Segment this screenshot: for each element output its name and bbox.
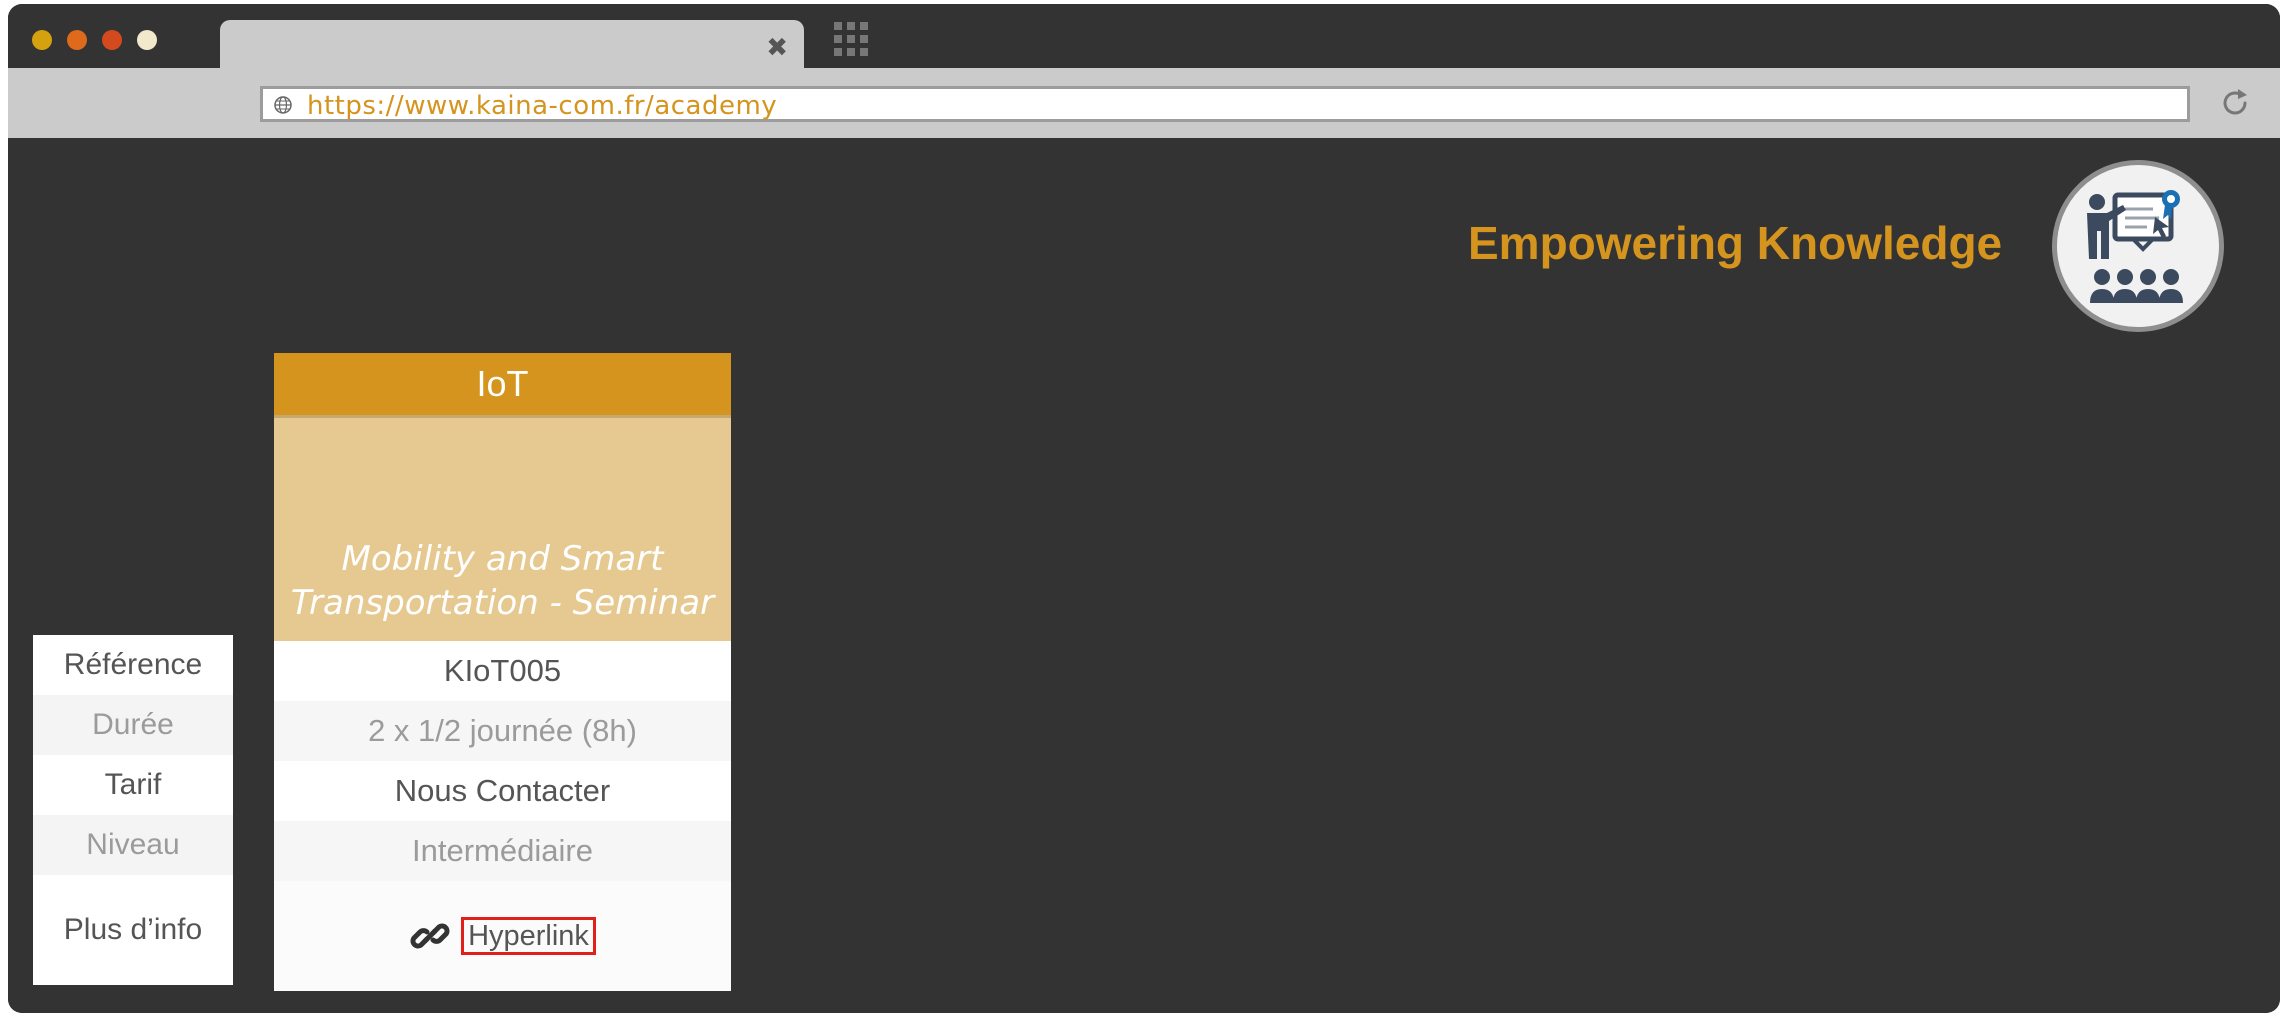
grid-icon[interactable] <box>834 22 868 56</box>
label-duration: Durée <box>33 695 233 755</box>
label-reference: Référence <box>33 635 233 695</box>
globe-icon <box>274 96 292 114</box>
course-title-line-1: Mobility and Smart <box>341 539 664 579</box>
course-level: Intermédiaire <box>274 821 731 881</box>
window-dot-1[interactable] <box>32 30 52 50</box>
browser-toolbar: https://www.kaina-com.fr/academy <box>8 68 2280 138</box>
course-more-info: Hyperlink <box>274 881 731 991</box>
course-card: IoT Mobility and Smart Transportation - … <box>274 353 731 991</box>
url-text[interactable]: https://www.kaina-com.fr/academy <box>307 91 777 121</box>
tab-strip: ✖ <box>8 4 2280 76</box>
presenter-audience-icon <box>2052 160 2224 332</box>
hyperlink[interactable]: Hyperlink <box>461 917 596 955</box>
course-category: IoT <box>274 353 731 415</box>
course-title-line-2: Transportation - Seminar <box>290 583 715 623</box>
attribute-labels: Référence Durée Tarif Niveau Plus d’info <box>33 635 233 985</box>
course-title: Mobility and Smart Transportation - Semi… <box>274 418 731 641</box>
close-icon[interactable]: ✖ <box>766 34 788 62</box>
window-dot-3[interactable] <box>102 30 122 50</box>
window-dot-2[interactable] <box>67 30 87 50</box>
label-level: Niveau <box>33 815 233 875</box>
tagline: Empowering Knowledge <box>1468 217 2003 269</box>
course-duration: 2 x 1/2 journée (8h) <box>274 701 731 761</box>
course-reference: KIoT005 <box>274 641 731 701</box>
reload-icon[interactable] <box>2218 86 2252 120</box>
label-more-info: Plus d’info <box>33 875 233 985</box>
course-price: Nous Contacter <box>274 761 731 821</box>
link-icon[interactable] <box>409 915 451 957</box>
address-bar[interactable]: https://www.kaina-com.fr/academy <box>260 86 2190 122</box>
label-price: Tarif <box>33 755 233 815</box>
page-content: Empowering Knowledge Référence Durée Tar… <box>8 138 2280 1013</box>
window-dot-4[interactable] <box>137 30 157 50</box>
browser-window: ✖ https://www.kaina-com.fr/academy Empow… <box>8 4 2280 1013</box>
